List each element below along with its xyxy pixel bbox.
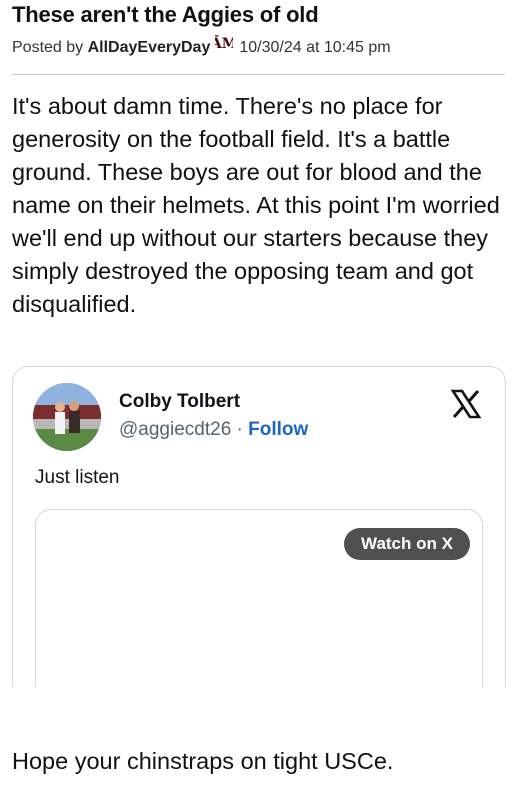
post-timestamp: 10/30/24 at 10:45 pm <box>239 38 391 56</box>
posted-by-label: Posted by <box>12 38 84 56</box>
author-username[interactable]: AllDayEveryDay <box>88 39 211 57</box>
tweet-author-line: @aggiecdt26 · Follow <box>119 419 308 441</box>
watch-on-x-button[interactable]: Watch on X <box>344 528 470 560</box>
post-meta: Posted by AllDayEveryDay ĀM 10/30/24 at … <box>12 33 391 57</box>
x-logo-icon[interactable] <box>450 389 482 419</box>
aggie-logo-icon: ĀM <box>210 33 237 54</box>
avatar[interactable] <box>33 383 101 451</box>
tweet-text: Just listen <box>35 467 120 488</box>
svg-text:ĀM: ĀM <box>215 35 233 51</box>
follow-button[interactable]: Follow <box>248 419 308 440</box>
post-footer-text: Hope your chinstraps on tight USCe. <box>12 748 394 774</box>
post-title: These aren't the Aggies of old <box>12 2 319 27</box>
header-divider <box>12 74 505 75</box>
embedded-tweet-card[interactable]: Colby Tolbert @aggiecdt26 · Follow Just … <box>12 366 506 687</box>
tweet-handle[interactable]: @aggiecdt26 <box>119 419 231 440</box>
post-body: It's about damn time. There's no place f… <box>12 93 500 317</box>
handle-separator: · <box>236 419 243 440</box>
tweet-media-video[interactable]: Watch on X <box>35 509 483 687</box>
tweet-author-name[interactable]: Colby Tolbert <box>119 391 240 413</box>
